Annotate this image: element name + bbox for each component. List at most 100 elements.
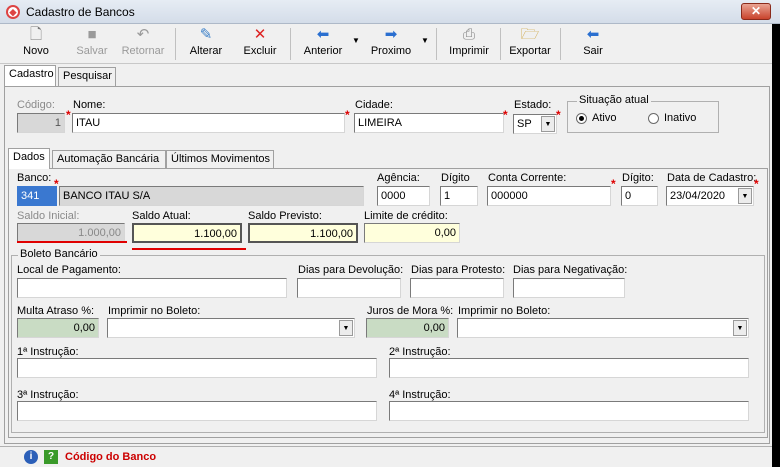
- tab-cadastro[interactable]: Cadastro: [4, 65, 56, 86]
- local-pagamento-field[interactable]: [17, 278, 287, 298]
- inativo-radio[interactable]: [648, 113, 659, 124]
- tab-dados[interactable]: Dados: [8, 148, 50, 169]
- sair-button[interactable]: ⬅ Sair: [576, 26, 610, 62]
- ativo-radio[interactable]: [576, 113, 587, 124]
- novo-button[interactable]: 🗋 Novo: [16, 26, 56, 62]
- anterior-label: Anterior: [303, 45, 343, 57]
- digito-field[interactable]: 1: [440, 186, 478, 206]
- window-edge: [772, 24, 780, 467]
- retornar-button[interactable]: ↶ Retornar: [118, 26, 168, 62]
- instrucao-3-field[interactable]: [17, 401, 377, 421]
- anterior-dropdown-icon[interactable]: ▼: [352, 36, 360, 45]
- exit-arrow-icon: ⬅: [586, 26, 600, 43]
- banco-name-field: BANCO ITAU S/A: [59, 186, 364, 206]
- limite-label: Limite de crédito:: [364, 210, 448, 222]
- codigo-field: 1: [17, 113, 65, 133]
- new-document-icon: 🗋: [29, 26, 43, 43]
- dias-protesto-field[interactable]: [410, 278, 504, 298]
- instrucao-3-label: 3ª Instrução:: [17, 389, 79, 401]
- saldo-atual-label: Saldo Atual:: [132, 210, 191, 222]
- folder-open-icon: 🗁: [520, 26, 540, 43]
- anterior-button[interactable]: ⬅ Anterior: [298, 26, 348, 62]
- chevron-down-icon[interactable]: ▼: [339, 320, 353, 336]
- required-mark: *: [503, 108, 508, 122]
- dias-devolucao-field[interactable]: [297, 278, 401, 298]
- imprimir-label: Imprimir: [449, 45, 489, 57]
- cidade-field[interactable]: LIMEIRA: [354, 113, 504, 133]
- banco-label: Banco:: [17, 172, 52, 184]
- close-button[interactable]: ✕: [741, 3, 771, 20]
- agencia-field[interactable]: 0000: [377, 186, 430, 206]
- local-pagamento-label: Local de Pagamento:: [17, 264, 121, 276]
- imprimir-boleto-label-1: Imprimir no Boleto:: [108, 305, 201, 317]
- dias-negativacao-field[interactable]: [513, 278, 625, 298]
- nome-label: Nome:: [73, 99, 106, 111]
- data-cadastro-label: Data de Cadastro:: [667, 172, 757, 184]
- exportar-button[interactable]: 🗁 Exportar: [506, 26, 554, 62]
- tab-automacao-bancaria[interactable]: Automação Bancária: [52, 150, 166, 169]
- digito2-label: Dígito:: [622, 172, 654, 184]
- saldo-inicial-label: Saldo Inicial:: [17, 210, 80, 222]
- info-icon: i: [24, 450, 38, 464]
- ativo-label: Ativo: [592, 112, 617, 124]
- alterar-button[interactable]: ✎ Alterar: [185, 26, 227, 62]
- tab-ultimos-movimentos[interactable]: Últimos Movimentos: [166, 150, 274, 169]
- nome-field[interactable]: ITAU: [72, 113, 345, 133]
- proximo-button[interactable]: ➡ Proximo: [367, 26, 415, 62]
- conta-label: Conta Corrente:: [488, 172, 567, 184]
- digito-label: Dígito: [441, 172, 470, 184]
- highlight-underline: [17, 241, 127, 243]
- tab-pesquisar[interactable]: Pesquisar: [58, 67, 116, 86]
- juros-field[interactable]: 0,00: [366, 318, 449, 338]
- edit-icon: ✎: [199, 26, 213, 43]
- instrucao-2-field[interactable]: [389, 358, 749, 378]
- required-mark: *: [754, 177, 759, 191]
- dias-devolucao-label: Dias para Devolução:: [298, 264, 404, 276]
- chevron-down-icon[interactable]: ▼: [733, 320, 747, 336]
- sair-label: Sair: [583, 45, 603, 57]
- required-mark: *: [556, 108, 561, 122]
- conta-field[interactable]: 000000: [487, 186, 611, 206]
- saldo-inicial-field: 1.000,00: [17, 223, 125, 243]
- required-mark: *: [66, 108, 71, 122]
- instrucao-1-label: 1ª Instrução:: [17, 346, 79, 358]
- excluir-button[interactable]: ✕ Excluir: [240, 26, 280, 62]
- app-icon: ◆: [6, 5, 20, 19]
- toolbar-separator: [436, 28, 437, 60]
- imprimir-boleto-label-2: Imprimir no Boleto:: [458, 305, 551, 317]
- undo-icon: ↶: [136, 26, 150, 43]
- status-text: Código do Banco: [65, 451, 157, 463]
- inativo-label: Inativo: [664, 112, 697, 124]
- imprimir-boleto-select-1[interactable]: ▼: [107, 318, 355, 338]
- toolbar-separator: [175, 28, 176, 60]
- banco-code-field[interactable]: 341: [17, 186, 57, 206]
- imprimir-boleto-select-2[interactable]: ▼: [457, 318, 749, 338]
- data-cadastro-field[interactable]: 23/04/2020 ▼: [666, 186, 754, 206]
- imprimir-button[interactable]: ⎙ Imprimir: [446, 26, 492, 62]
- instrucao-4-field[interactable]: [389, 401, 749, 421]
- required-mark: *: [345, 108, 350, 122]
- instrucao-4-label: 4ª Instrução:: [389, 389, 451, 401]
- salvar-button[interactable]: ■ Salvar: [72, 26, 112, 62]
- digito2-field[interactable]: 0: [621, 186, 658, 206]
- printer-icon: ⎙: [462, 26, 475, 43]
- instrucao-2-label: 2ª Instrução:: [389, 346, 451, 358]
- main-tabs: Cadastro Pesquisar: [4, 65, 772, 88]
- instrucao-1-field[interactable]: [17, 358, 377, 378]
- limite-field[interactable]: 0,00: [364, 223, 460, 243]
- proximo-dropdown-icon[interactable]: ▼: [421, 36, 429, 45]
- calendar-dropdown-icon[interactable]: ▼: [738, 188, 752, 204]
- title-bar: ◆ Cadastro de Bancos ✕: [0, 0, 780, 24]
- estado-select[interactable]: SP ▼: [513, 114, 557, 134]
- estado-label: Estado:: [514, 99, 552, 111]
- dias-negativacao-label: Dias para Negativação:: [513, 264, 628, 276]
- excluir-label: Excluir: [243, 45, 277, 57]
- boleto-group-label: Boleto Bancário: [18, 248, 100, 260]
- status-bar: i ? Código do Banco: [0, 446, 772, 467]
- multa-field[interactable]: 0,00: [17, 318, 99, 338]
- situacao-label: Situação atual: [577, 94, 651, 106]
- chevron-down-icon[interactable]: ▼: [541, 116, 555, 132]
- agencia-label: Agência:: [377, 172, 420, 184]
- help-icon: ?: [44, 450, 58, 464]
- sub-tabs: Dados Automação Bancária Últimos Movimen…: [8, 148, 768, 170]
